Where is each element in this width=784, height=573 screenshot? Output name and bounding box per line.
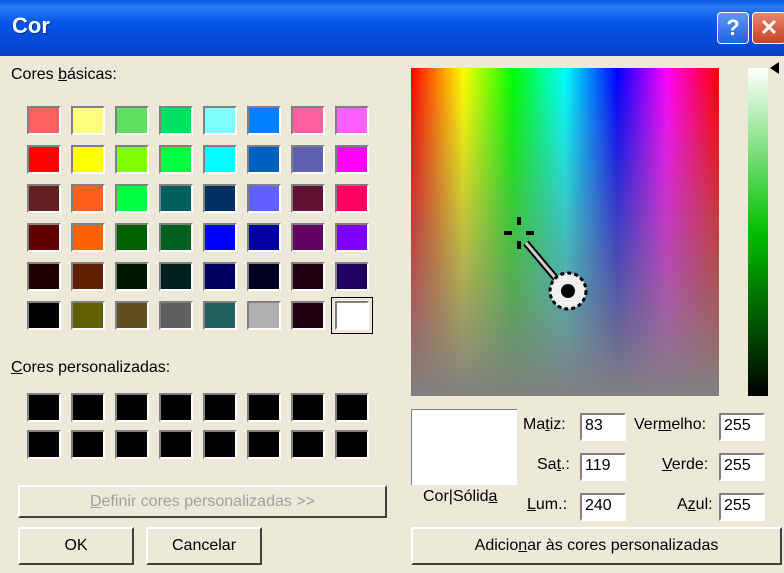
close-icon: ✕ bbox=[759, 15, 779, 40]
custom-color-swatch[interactable] bbox=[159, 430, 193, 459]
basic-color-swatch[interactable] bbox=[115, 223, 149, 252]
red-label: Vermelho: bbox=[634, 416, 707, 433]
custom-color-swatch[interactable] bbox=[71, 430, 105, 459]
custom-color-swatch[interactable] bbox=[203, 393, 237, 422]
custom-color-swatch[interactable] bbox=[335, 430, 369, 459]
basic-color-swatch[interactable] bbox=[27, 145, 61, 174]
basic-color-swatch[interactable] bbox=[115, 106, 149, 135]
basic-color-swatch[interactable] bbox=[159, 223, 193, 252]
help-icon: ? bbox=[726, 15, 740, 40]
close-button[interactable]: ✕ bbox=[752, 12, 784, 44]
blue-field[interactable]: 255 bbox=[719, 493, 765, 521]
basic-color-swatch[interactable] bbox=[27, 184, 61, 213]
basic-color-swatch[interactable] bbox=[159, 262, 193, 291]
basic-color-swatch[interactable] bbox=[335, 262, 369, 291]
custom-color-swatch[interactable] bbox=[203, 430, 237, 459]
basic-color-swatch[interactable] bbox=[291, 184, 325, 213]
crosshair-cursor-icon bbox=[504, 217, 588, 311]
basic-color-swatch[interactable] bbox=[71, 262, 105, 291]
basic-color-swatch[interactable] bbox=[159, 145, 193, 174]
define-custom-colors-button[interactable]: Definir cores personalizadas >> bbox=[18, 485, 387, 518]
basic-color-swatch[interactable] bbox=[335, 223, 369, 252]
basic-color-swatch[interactable] bbox=[159, 184, 193, 213]
basic-color-swatch[interactable] bbox=[27, 262, 61, 291]
basic-color-swatch[interactable] bbox=[335, 106, 369, 135]
custom-color-swatch[interactable] bbox=[115, 430, 149, 459]
basic-color-swatch[interactable] bbox=[71, 223, 105, 252]
basic-color-swatch[interactable] bbox=[335, 184, 369, 213]
ok-button[interactable]: OK bbox=[18, 527, 134, 565]
custom-color-swatch[interactable] bbox=[27, 430, 61, 459]
custom-color-swatch[interactable] bbox=[27, 393, 61, 422]
custom-color-swatch[interactable] bbox=[247, 430, 281, 459]
green-label: Verde: bbox=[662, 456, 709, 473]
basic-color-swatch[interactable] bbox=[291, 301, 325, 330]
title-bar: Cor ? ✕ bbox=[0, 0, 784, 56]
red-field[interactable]: 255 bbox=[719, 413, 765, 441]
basic-color-swatch[interactable] bbox=[335, 145, 369, 174]
basic-color-swatch[interactable] bbox=[247, 184, 281, 213]
basic-color-swatch[interactable] bbox=[203, 262, 237, 291]
basic-color-swatch[interactable] bbox=[247, 223, 281, 252]
sat-label: Sat.: bbox=[537, 456, 570, 473]
lum-field[interactable]: 240 bbox=[580, 493, 626, 521]
basic-color-swatch[interactable] bbox=[115, 262, 149, 291]
custom-color-swatch[interactable] bbox=[115, 393, 149, 422]
basic-color-swatch[interactable] bbox=[203, 145, 237, 174]
green-field[interactable]: 255 bbox=[719, 453, 765, 481]
basic-color-swatch[interactable] bbox=[159, 106, 193, 135]
basic-color-swatch[interactable] bbox=[159, 301, 193, 330]
custom-color-swatch[interactable] bbox=[291, 393, 325, 422]
basic-color-swatch[interactable] bbox=[247, 262, 281, 291]
basic-color-swatch[interactable] bbox=[291, 145, 325, 174]
sat-field[interactable]: 119 bbox=[580, 453, 626, 481]
custom-color-swatch[interactable] bbox=[247, 393, 281, 422]
custom-color-swatch[interactable] bbox=[335, 393, 369, 422]
basic-color-swatch[interactable] bbox=[71, 106, 105, 135]
cancel-button[interactable]: Cancelar bbox=[146, 527, 262, 565]
basic-color-swatch[interactable] bbox=[115, 184, 149, 213]
custom-colors-label: Cores personalizadas: bbox=[11, 359, 171, 376]
basic-color-swatch[interactable] bbox=[27, 223, 61, 252]
basic-color-swatch[interactable] bbox=[27, 106, 61, 135]
basic-color-swatch[interactable] bbox=[71, 184, 105, 213]
add-to-custom-colors-button[interactable]: Adicionar às cores personalizadas bbox=[411, 527, 782, 565]
basic-color-swatch[interactable] bbox=[27, 301, 61, 330]
basic-color-swatch[interactable] bbox=[291, 106, 325, 135]
luminosity-arrow-icon[interactable] bbox=[770, 62, 779, 74]
basic-colors-label: Cores básicas: bbox=[11, 66, 117, 83]
basic-color-swatch[interactable] bbox=[291, 262, 325, 291]
custom-color-swatch[interactable] bbox=[159, 393, 193, 422]
hue-field[interactable]: 83 bbox=[580, 413, 626, 441]
basic-color-swatch[interactable] bbox=[247, 145, 281, 174]
window-title: Cor bbox=[12, 13, 50, 38]
color-preview bbox=[411, 409, 517, 485]
basic-color-swatch[interactable] bbox=[71, 301, 105, 330]
custom-color-swatch[interactable] bbox=[71, 393, 105, 422]
help-button[interactable]: ? bbox=[717, 12, 749, 44]
custom-color-swatch[interactable] bbox=[291, 430, 325, 459]
basic-color-swatch[interactable] bbox=[115, 301, 149, 330]
hue-label: Matiz: bbox=[523, 416, 566, 433]
basic-color-swatch[interactable] bbox=[203, 106, 237, 135]
basic-color-swatch[interactable] bbox=[247, 106, 281, 135]
blue-label: Azul: bbox=[677, 496, 713, 513]
basic-color-swatch[interactable] bbox=[115, 145, 149, 174]
basic-color-swatch[interactable] bbox=[203, 301, 237, 330]
luminosity-slider[interactable] bbox=[748, 68, 768, 396]
color-solid-label: Cor|Sólida bbox=[423, 488, 498, 505]
basic-color-swatch[interactable] bbox=[291, 223, 325, 252]
basic-color-swatch[interactable] bbox=[331, 297, 373, 334]
basic-color-swatch[interactable] bbox=[203, 184, 237, 213]
basic-color-swatch[interactable] bbox=[247, 301, 281, 330]
basic-color-swatch[interactable] bbox=[71, 145, 105, 174]
basic-color-swatch[interactable] bbox=[203, 223, 237, 252]
lum-label: Lum.: bbox=[527, 496, 568, 513]
